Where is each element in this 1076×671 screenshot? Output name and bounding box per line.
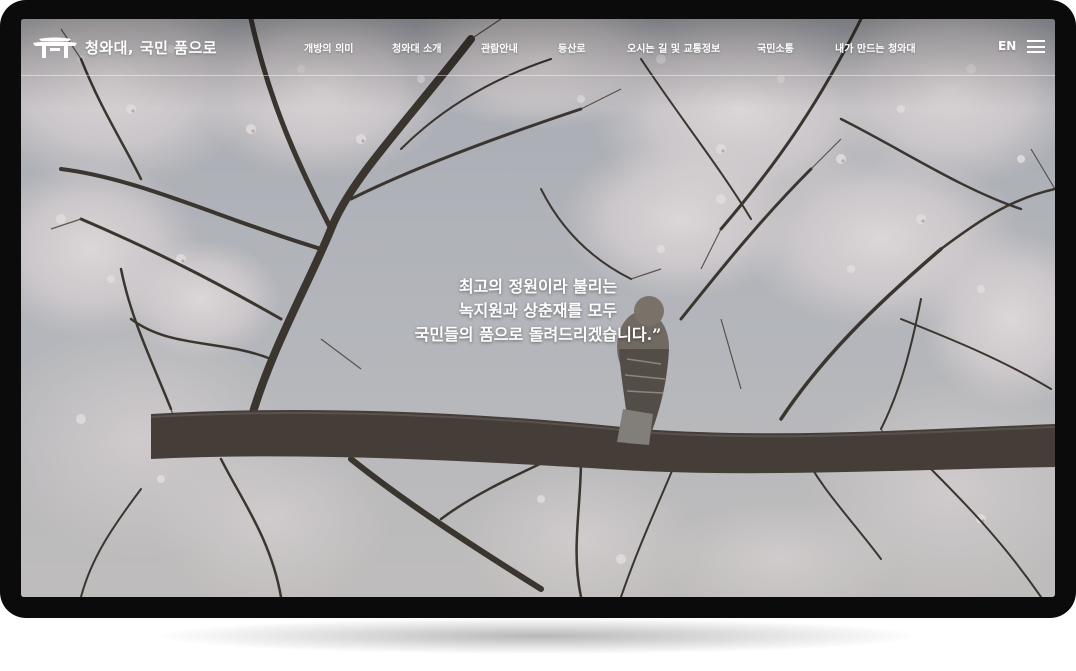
gate-roof-icon: [33, 37, 77, 58]
nav-item-cheongwadae-intro[interactable]: 청와대 소개: [392, 40, 441, 55]
hamburger-menu-icon[interactable]: [1025, 39, 1047, 54]
device-frame: 청와대, 국민 품으로 개방의 의미 청와대 소개 관람안내 등산로 오시는 길…: [0, 0, 1076, 618]
device-shadow: [160, 618, 916, 654]
hero-quote-line: 녹지원과 상춘재를 모두: [458, 301, 618, 320]
nav-item-directions-transport[interactable]: 오시는 길 및 교통정보: [627, 40, 720, 55]
nav-item-opening-meaning[interactable]: 개방의 의미: [304, 40, 353, 55]
nav-item-public-communication[interactable]: 국민소통: [757, 40, 794, 55]
site-header: 청와대, 국민 품으로 개방의 의미 청와대 소개 관람안내 등산로 오시는 길…: [21, 19, 1055, 76]
nav-item-visit-guide[interactable]: 관람안내: [481, 40, 518, 55]
hero-quote: 최고의 정원이라 불리는 녹지원과 상춘재를 모두 국민들의 품으로 돌려드리겠…: [338, 275, 738, 347]
nav-item-my-cheongwadae[interactable]: 내가 만드는 청와대: [835, 40, 916, 55]
site-logo[interactable]: 청와대, 국민 품으로: [31, 34, 217, 60]
hero-quote-line: 국민들의 품으로 돌려드리겠습니다.”: [414, 325, 662, 344]
language-toggle-en[interactable]: EN: [998, 39, 1016, 53]
nav-item-hiking-trail[interactable]: 등산로: [558, 40, 586, 55]
site-title: 청와대, 국민 품으로: [85, 38, 218, 57]
hero-quote-line: 최고의 정원이라 불리는: [458, 277, 618, 296]
browser-viewport: 청와대, 국민 품으로 개방의 의미 청와대 소개 관람안내 등산로 오시는 길…: [21, 19, 1055, 597]
